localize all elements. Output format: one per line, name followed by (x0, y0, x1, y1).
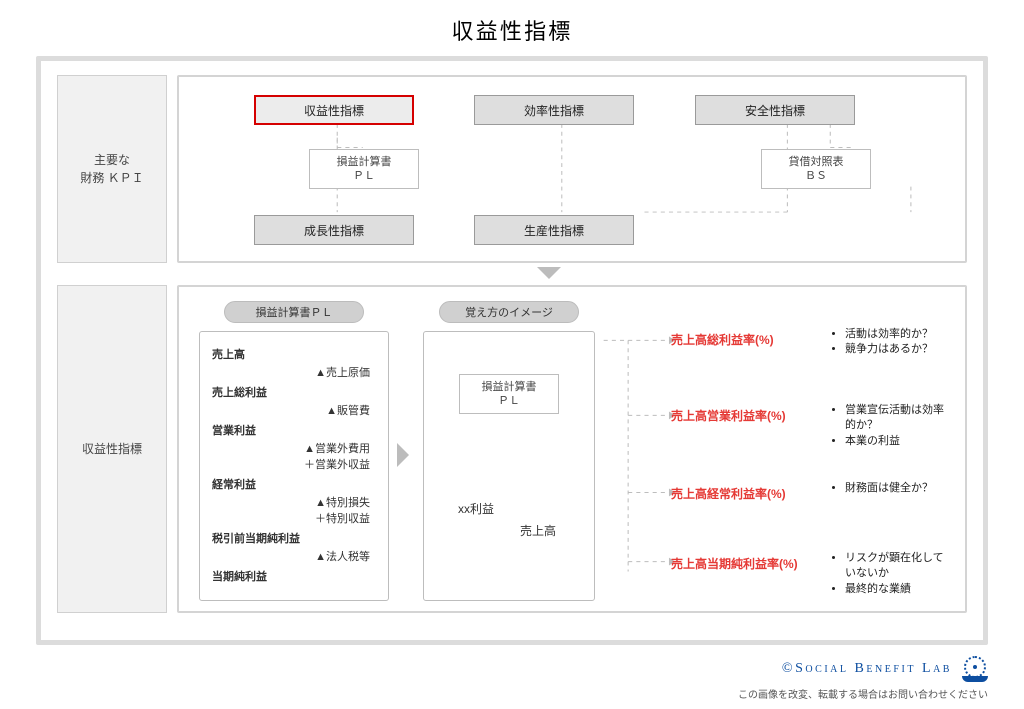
card-image: 覚え方のイメージ 損益計算書 ＰＬ xx利益 売上高 (423, 301, 595, 601)
brand-text: ©Social Benefit Lab (782, 661, 952, 677)
cat-safety: 安全性指標 (695, 95, 855, 125)
metric-points: リスクが顕在化していないか最終的な業績 (829, 551, 947, 597)
brand: ©Social Benefit Lab (782, 656, 988, 682)
metric-point: 営業宣伝活動は効率的か？ (845, 403, 947, 434)
cat-profitability: 収益性指標 (254, 95, 414, 125)
section-label-kpi: 主要な 財務 ＫＰＩ (57, 75, 167, 263)
metric-point: 活動は効率的か？ (845, 327, 947, 342)
metric-point: 競争力はあるか？ (845, 342, 947, 357)
metric-points: 財務面は健全か？ (829, 481, 947, 496)
cat-growth: 成長性指標 (254, 215, 414, 245)
metric-point: 財務面は健全か？ (845, 481, 947, 496)
panel-kpi: 収益性指標 効率性指標 安全性指標 損益計算書 ＰＬ 貸借対照表 ＢＳ 成長性指… (177, 75, 967, 263)
metric-point: 最終的な業績 (845, 582, 947, 597)
pl-line-bold: 経常利益 (212, 476, 376, 492)
box-pl: 損益計算書 ＰＬ (309, 149, 419, 189)
metric-name: 売上高経常利益率(%) (671, 485, 786, 502)
pl-line-sub: ▲特別損失 ＋特別収益 (212, 494, 376, 526)
arrow-down-icon (537, 267, 561, 279)
pl-line-bold: 当期純利益 (212, 568, 376, 584)
pl-line-bold: 売上総利益 (212, 384, 376, 400)
outer-frame: 主要な 財務 ＫＰＩ 収益性指標 効率性指標 安全性指 (36, 56, 988, 645)
pl-line-sub: ▲営業外費用 ＋営業外収益 (212, 440, 376, 472)
page-title: 収益性指標 (0, 0, 1024, 46)
fraction-numerator: xx利益 (458, 500, 494, 517)
section-label-profitability: 収益性指標 (57, 285, 167, 613)
pl-line-sub: ▲売上原価 (212, 364, 376, 380)
metric-name: 売上高総利益率(%) (671, 331, 774, 348)
card-image-body: 損益計算書 ＰＬ xx利益 売上高 (423, 331, 595, 601)
metric-name: 売上高営業利益率(%) (671, 407, 786, 424)
box-bs: 貸借対照表 ＢＳ (761, 149, 871, 189)
pl-line-sub: ▲法人税等 (212, 548, 376, 564)
metric-name: 売上高当期純利益率(%) (671, 555, 798, 572)
pl-line-bold: 営業利益 (212, 422, 376, 438)
panel-profitability: 損益計算書ＰＬ 売上高 ▲売上原価売上総利益 ▲販管費営業利益 ▲営業外費用 ＋営業外… (177, 285, 967, 613)
metric-point: 本業の利益 (845, 434, 947, 449)
card-pl: 損益計算書ＰＬ 売上高 ▲売上原価売上総利益 ▲販管費営業利益 ▲営業外費用 ＋営業外… (199, 301, 389, 601)
cat-efficiency: 効率性指標 (474, 95, 634, 125)
cat-productivity: 生産性指標 (474, 215, 634, 245)
pl-line-sub: ▲販管費 (212, 402, 376, 418)
footer: ©Social Benefit Lab この画像を改変、転載する場合はお問い合わ… (738, 656, 988, 701)
pl-line-bold: 税引前当期純利益 (212, 530, 376, 546)
metric-points: 営業宣伝活動は効率的か？本業の利益 (829, 403, 947, 449)
card-pl-title: 損益計算書ＰＬ (224, 301, 364, 323)
pl-line-bold: 売上高 (212, 346, 376, 362)
card-image-title: 覚え方のイメージ (439, 301, 579, 323)
arrow-right-icon (397, 443, 409, 467)
metric-points: 活動は効率的か？競争力はあるか？ (829, 327, 947, 358)
image-box-pl: 損益計算書 ＰＬ (459, 374, 559, 414)
metric-point: リスクが顕在化していないか (845, 551, 947, 582)
card-pl-body: 売上高 ▲売上原価売上総利益 ▲販管費営業利益 ▲営業外費用 ＋営業外収益経常利益 ▲特… (199, 331, 389, 601)
fraction-denominator: 売上高 (520, 522, 556, 539)
footer-note: この画像を改変、転載する場合はお問い合わせください (738, 686, 988, 701)
brand-logo-icon (962, 656, 988, 682)
